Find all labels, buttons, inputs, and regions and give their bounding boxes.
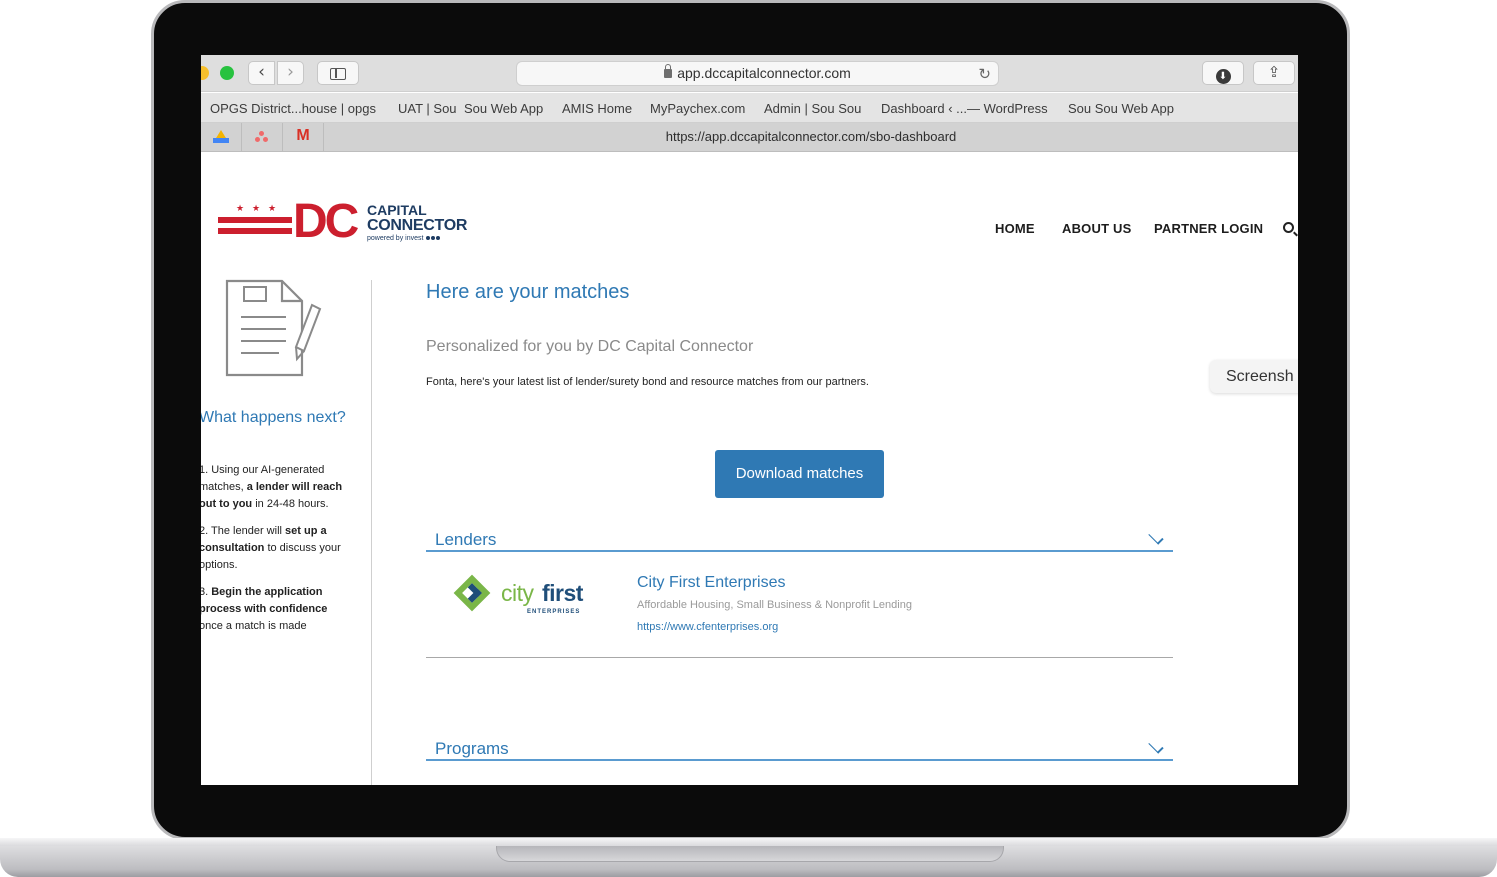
sidebar-icon [330,68,346,80]
share-button[interactable]: ⇪ [1253,61,1295,85]
pinned-tab-gmail[interactable]: M [283,123,324,151]
chevron-down-icon[interactable] [1148,738,1164,754]
download-matches-button[interactable]: Download matches [715,450,884,498]
programs-section-header[interactable]: Programs [426,735,1173,761]
browser-toolbar: ‹ › app.dccapitalconnector.com ↻ ⬇ ⇪ [201,55,1298,92]
step-item: 1. Using our AI-generated matches, a len… [201,464,343,510]
sidebar-toggle-button[interactable] [317,61,359,85]
logo-connector: CONNECTOR [367,217,468,234]
bookmark-item[interactable]: Sou Web App [464,101,543,116]
bookmark-item[interactable]: Admin | Sou Sou [764,101,861,116]
page-content: ★ ★ ★ DC CAPITAL CONNECTOR powered by in… [201,152,1298,785]
nav-partner-login[interactable]: PARTNER LOGIN [1154,221,1263,236]
asana-icon [255,131,269,143]
sidebar-divider [371,280,372,785]
bookmark-item[interactable]: Dashboard ‹ ...— WordPress [881,101,1048,116]
step-item: 2. The lender will set up a consultation… [201,525,341,571]
forward-button[interactable]: › [277,61,304,85]
nav-home[interactable]: HOME [995,221,1035,236]
minimize-window-button[interactable] [201,66,209,80]
chevron-right-icon: › [287,62,294,82]
logo-capital: CAPITAL [367,202,427,218]
laptop-notch [496,846,1004,862]
gmail-icon: M [296,127,310,144]
reload-icon[interactable]: ↻ [978,63,991,86]
pinned-tab-asana[interactable] [242,123,283,151]
lock-icon [664,64,673,78]
lender-row-divider [426,657,1173,658]
tab-active[interactable]: https://app.dccapitalconnector.com/sbo-d… [324,123,1298,151]
page-title: Here are your matches [426,281,630,303]
tab-bar: M https://app.dccapitalconnector.com/sbo… [201,123,1298,152]
google-drive-icon [213,130,229,143]
lender-name[interactable]: City First Enterprises [637,574,785,592]
bookmarks-bar: OPGS District...house | opgs UAT | Sou S… [201,93,1298,123]
back-button[interactable]: ‹ [248,61,275,85]
share-icon: ⇪ [1267,63,1281,81]
chevron-down-icon[interactable] [1148,529,1164,545]
dc-flag-icon: ★ ★ ★ [218,201,292,241]
section-label-lenders: Lenders [435,530,497,549]
chevron-left-icon: ‹ [258,62,265,82]
address-url: app.dccapitalconnector.com [677,65,851,81]
downloads-button[interactable]: ⬇ [1202,61,1244,85]
bookmark-item[interactable]: UAT | Sou [398,101,457,116]
city-first-logo: city first ENTERPRISES [453,574,589,619]
bookmark-item[interactable]: Sou Sou Web App [1068,101,1174,116]
bookmark-item[interactable]: AMIS Home [562,101,632,116]
lenders-section-header[interactable]: Lenders [426,526,1173,552]
download-icon: ⬇ [1215,69,1231,84]
step-item: 3. Begin the application process with co… [201,586,328,632]
screenshot-button[interactable]: Screensh [1210,360,1298,393]
laptop-base-edge [0,838,1497,846]
browser-window: ‹ › app.dccapitalconnector.com ↻ ⬇ ⇪ OPG… [201,55,1298,785]
sidebar-heading: What happens next? [201,409,346,426]
document-icon [225,279,322,377]
section-label-programs: Programs [435,739,509,758]
zoom-window-button[interactable] [220,66,234,80]
page-subtitle: Personalized for you by DC Capital Conne… [426,338,754,355]
site-logo[interactable]: ★ ★ ★ DC CAPITAL CONNECTOR powered by in… [218,195,468,249]
bookmark-item[interactable]: MyPaychex.com [650,101,745,116]
logo-dc: DC [293,195,359,248]
pinned-tab-google-drive[interactable] [201,123,242,151]
intro-text: Fonta, here's your latest list of lender… [426,376,869,388]
address-bar[interactable]: app.dccapitalconnector.com ↻ [516,61,999,86]
logo-powered-by: powered by invest [367,235,441,242]
bookmark-item[interactable]: OPGS District...house | opgs [210,101,376,116]
search-icon[interactable] [1283,222,1294,233]
nav-about-us[interactable]: ABOUT US [1062,221,1132,236]
lender-website-link[interactable]: https://www.cfenterprises.org [637,621,778,633]
lender-description: Affordable Housing, Small Business & Non… [637,599,912,611]
next-steps-list: 1. Using our AI-generated matches, a len… [201,462,349,645]
